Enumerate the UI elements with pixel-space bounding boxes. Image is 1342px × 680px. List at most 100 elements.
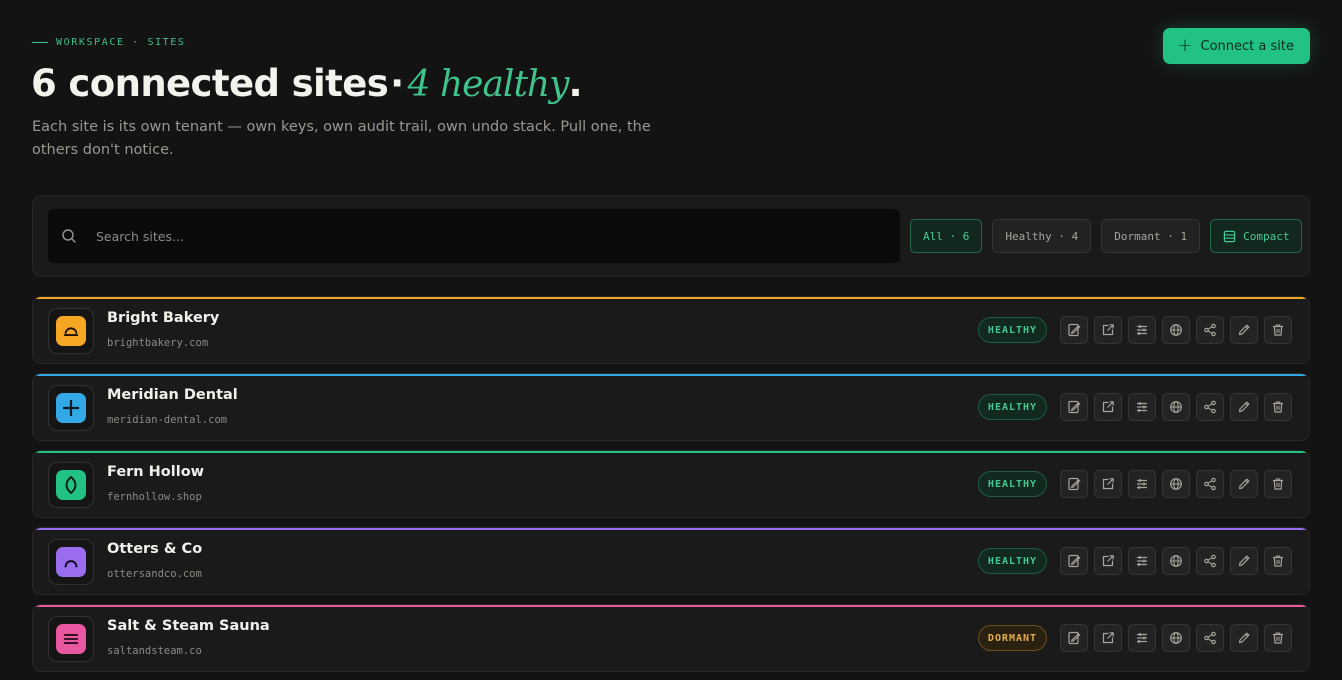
- pencil-icon: [1237, 477, 1251, 491]
- site-row[interactable]: Otters & Co ottersandco.com HEALTHY: [32, 527, 1310, 595]
- domain-button[interactable]: [1162, 547, 1190, 575]
- filter-healthy-chip[interactable]: Healthy · 4: [992, 219, 1092, 253]
- compact-toggle-button[interactable]: Compact: [1210, 219, 1303, 253]
- breadcrumb: WORKSPACE · SITES: [32, 37, 186, 48]
- domain-button[interactable]: [1162, 624, 1190, 652]
- trash-icon: [1271, 631, 1285, 645]
- sites-toolbar: All · 6 Healthy · 4 Dormant · 1 Compact: [32, 195, 1310, 277]
- plus-icon: +: [1177, 35, 1193, 56]
- title-separator: ·: [390, 62, 404, 105]
- filter-dormant-label: Dormant · 1: [1114, 229, 1188, 243]
- delete-button[interactable]: [1264, 624, 1292, 652]
- edit-content-icon: [1067, 554, 1081, 568]
- share-icon: [1203, 477, 1217, 491]
- open-site-button[interactable]: [1094, 470, 1122, 498]
- connect-site-label: Connect a site: [1200, 38, 1294, 54]
- edit-content-button[interactable]: [1060, 470, 1088, 498]
- share-icon: [1203, 400, 1217, 414]
- search-box: [48, 209, 900, 263]
- pencil-icon: [1237, 554, 1251, 568]
- domain-button[interactable]: [1162, 470, 1190, 498]
- site-accent-bar: [33, 451, 1309, 453]
- site-logo-frame: [48, 539, 94, 585]
- filter-all-chip[interactable]: All · 6: [910, 219, 983, 253]
- edit-content-button[interactable]: [1060, 547, 1088, 575]
- rename-button[interactable]: [1230, 624, 1258, 652]
- share-icon: [1203, 554, 1217, 568]
- settings-sliders-icon: [1135, 554, 1149, 568]
- edit-content-icon: [1067, 400, 1081, 414]
- globe-icon: [1169, 400, 1183, 414]
- site-accent-bar: [33, 297, 1309, 299]
- delete-button[interactable]: [1264, 316, 1292, 344]
- domain-button[interactable]: [1162, 316, 1190, 344]
- sites-list: Bright Bakery brightbakery.com HEALTHY Meri…: [32, 296, 1310, 680]
- open-site-button[interactable]: [1094, 316, 1122, 344]
- share-button[interactable]: [1196, 547, 1224, 575]
- eyebrow-dash: [32, 42, 48, 43]
- search-input[interactable]: [96, 209, 900, 263]
- globe-icon: [1169, 477, 1183, 491]
- site-settings-button[interactable]: [1128, 316, 1156, 344]
- site-row[interactable]: Bright Bakery brightbakery.com HEALTHY: [32, 296, 1310, 364]
- site-row[interactable]: Salt & Steam Sauna saltandsteam.co DORMANT: [32, 604, 1310, 672]
- filter-all-label: All · 6: [923, 229, 970, 243]
- breadcrumb-text: WORKSPACE · SITES: [56, 37, 186, 48]
- site-accent-bar: [33, 528, 1309, 530]
- rename-button[interactable]: [1230, 316, 1258, 344]
- edit-content-icon: [1067, 631, 1081, 645]
- share-button[interactable]: [1196, 470, 1224, 498]
- rename-button[interactable]: [1230, 470, 1258, 498]
- edit-content-button[interactable]: [1060, 316, 1088, 344]
- status-badge: HEALTHY: [978, 548, 1047, 574]
- edit-content-button[interactable]: [1060, 393, 1088, 421]
- delete-button[interactable]: [1264, 547, 1292, 575]
- edit-content-icon: [1067, 323, 1081, 337]
- pencil-icon: [1237, 631, 1251, 645]
- site-settings-button[interactable]: [1128, 547, 1156, 575]
- open-external-icon: [1101, 554, 1115, 568]
- open-site-button[interactable]: [1094, 393, 1122, 421]
- share-button[interactable]: [1196, 624, 1224, 652]
- title-count: 6 connected sites: [31, 62, 389, 105]
- connect-site-button[interactable]: + Connect a site: [1163, 28, 1310, 64]
- trash-icon: [1271, 323, 1285, 337]
- site-domain: fernhollow.shop: [107, 491, 202, 503]
- status-badge: HEALTHY: [978, 394, 1047, 420]
- site-settings-button[interactable]: [1128, 393, 1156, 421]
- open-external-icon: [1101, 631, 1115, 645]
- site-settings-button[interactable]: [1128, 624, 1156, 652]
- delete-button[interactable]: [1264, 393, 1292, 421]
- share-button[interactable]: [1196, 316, 1224, 344]
- rename-button[interactable]: [1230, 547, 1258, 575]
- trash-icon: [1271, 400, 1285, 414]
- compact-label: Compact: [1243, 229, 1290, 243]
- trash-icon: [1271, 554, 1285, 568]
- site-accent-bar: [33, 605, 1309, 607]
- open-site-button[interactable]: [1094, 624, 1122, 652]
- row-actions: [1060, 316, 1292, 344]
- share-icon: [1203, 323, 1217, 337]
- open-external-icon: [1101, 400, 1115, 414]
- open-external-icon: [1101, 477, 1115, 491]
- row-actions: [1060, 393, 1292, 421]
- delete-button[interactable]: [1264, 470, 1292, 498]
- rename-button[interactable]: [1230, 393, 1258, 421]
- site-logo-frame: [48, 462, 94, 508]
- site-settings-button[interactable]: [1128, 470, 1156, 498]
- site-row[interactable]: Fern Hollow fernhollow.shop HEALTHY: [32, 450, 1310, 518]
- site-row[interactable]: Meridian Dental meridian-dental.com HEALTH…: [32, 373, 1310, 441]
- settings-sliders-icon: [1135, 631, 1149, 645]
- status-badge: DORMANT: [978, 625, 1047, 651]
- edit-content-button[interactable]: [1060, 624, 1088, 652]
- settings-sliders-icon: [1135, 477, 1149, 491]
- share-button[interactable]: [1196, 393, 1224, 421]
- settings-sliders-icon: [1135, 323, 1149, 337]
- settings-sliders-icon: [1135, 400, 1149, 414]
- open-site-button[interactable]: [1094, 547, 1122, 575]
- search-icon: [61, 228, 77, 244]
- filter-dormant-chip[interactable]: Dormant · 1: [1101, 219, 1201, 253]
- domain-button[interactable]: [1162, 393, 1190, 421]
- site-logo-icon: [56, 316, 86, 346]
- site-accent-bar: [33, 374, 1309, 376]
